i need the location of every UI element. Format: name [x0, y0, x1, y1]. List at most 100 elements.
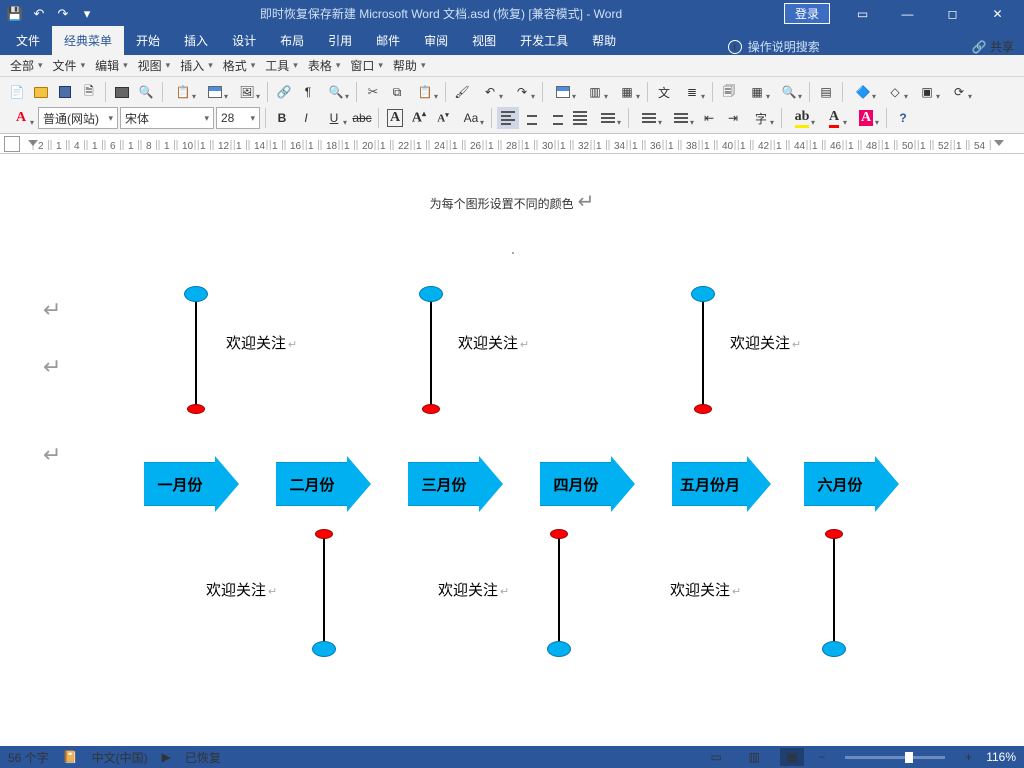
image-icon[interactable]: 🖼 — [232, 81, 262, 103]
underline-button[interactable]: U — [319, 107, 349, 129]
paste-icon[interactable]: 📋 — [168, 81, 198, 103]
table-icon[interactable] — [200, 81, 230, 103]
increase-indent-icon[interactable]: ⇥ — [722, 107, 744, 129]
bold-button[interactable]: B — [271, 107, 293, 129]
zoom-icon[interactable]: 🔍 — [321, 81, 351, 103]
align-center-icon[interactable] — [521, 107, 543, 129]
arrow-shape[interactable]: 一月份 — [130, 462, 239, 506]
para-mark-icon[interactable]: ¶ — [297, 81, 319, 103]
shape-fill-icon[interactable]: 🔷 — [848, 81, 878, 103]
highlight-icon[interactable]: ab — [787, 107, 817, 129]
minimize-button[interactable]: — — [885, 0, 930, 27]
share-button[interactable]: 🔗 共享 — [972, 38, 1014, 55]
open-icon[interactable] — [30, 81, 52, 103]
pin-shape[interactable] — [702, 294, 704, 409]
arrow-shape[interactable]: 四月份 — [526, 462, 635, 506]
arrow-shape[interactable]: 六月份 — [790, 462, 899, 506]
undo-icon[interactable]: ↶ — [28, 3, 50, 25]
help-icon[interactable]: ? — [892, 107, 914, 129]
menu-format[interactable]: 格式 — [219, 57, 260, 74]
menu-file[interactable]: 文件 — [49, 57, 90, 74]
shrink-font-icon[interactable]: A▾ — [432, 107, 454, 129]
maximize-button[interactable]: ◻ — [930, 0, 975, 27]
strike-button[interactable]: abc — [351, 107, 373, 129]
save-icon[interactable] — [54, 81, 76, 103]
right-indent-marker[interactable] — [994, 140, 1004, 146]
find-icon[interactable]: 🔍 — [774, 81, 804, 103]
close-button[interactable]: ✕ — [975, 0, 1020, 27]
fontsize-combo[interactable]: 28▾ — [216, 107, 260, 129]
tab-selector-icon[interactable] — [4, 136, 20, 152]
align-right-icon[interactable] — [545, 107, 567, 129]
sort-icon[interactable]: 🗐 — [718, 81, 740, 103]
save-icon[interactable]: 💾 — [4, 3, 26, 25]
save-all-icon[interactable]: 🗎 — [78, 81, 100, 103]
arrow-shape[interactable]: 三月份 — [394, 462, 503, 506]
macro-icon[interactable]: ▶ — [162, 750, 171, 764]
hyperlink-icon[interactable]: 🔗 — [273, 81, 295, 103]
zoom-slider[interactable] — [845, 756, 945, 759]
shading-icon[interactable]: ▦ — [742, 81, 772, 103]
font-combo[interactable]: 宋体▾ — [120, 107, 214, 129]
redo-icon[interactable]: ↷ — [52, 3, 74, 25]
tab-mail[interactable]: 邮件 — [364, 26, 412, 55]
menu-all[interactable]: 全部 — [6, 57, 47, 74]
tab-view[interactable]: 视图 — [460, 26, 508, 55]
spellcheck-icon[interactable]: 📔 — [63, 750, 78, 764]
word-count[interactable]: 56 个字 — [8, 749, 49, 766]
zoom-out-button[interactable]: − — [818, 750, 825, 764]
tab-references[interactable]: 引用 — [316, 26, 364, 55]
rotate-icon[interactable]: ⟳ — [944, 81, 974, 103]
char-border-icon[interactable]: A — [384, 107, 406, 129]
copy-icon[interactable]: ⧉ — [386, 81, 408, 103]
format-painter-icon[interactable]: 🖌 — [451, 81, 473, 103]
pin-shape[interactable] — [833, 534, 835, 649]
ribbon-options-icon[interactable]: ▭ — [840, 0, 885, 27]
redo2-icon[interactable]: ↷ — [507, 81, 537, 103]
shape-outline-icon[interactable]: ◇ — [880, 81, 910, 103]
change-case-icon[interactable]: Aa — [456, 107, 486, 129]
tab-design[interactable]: 设计 — [220, 26, 268, 55]
styles-icon[interactable]: A — [6, 107, 36, 129]
login-button[interactable]: 登录 — [784, 3, 830, 24]
char-shading-icon[interactable]: A — [851, 107, 881, 129]
tab-help[interactable]: 帮助 — [580, 26, 628, 55]
tab-developer[interactable]: 开发工具 — [508, 26, 580, 55]
bullets-icon[interactable] — [634, 107, 664, 129]
document-area[interactable]: 为每个图形设置不同的颜色↵ · ↵ ↵ ↵ 欢迎关注欢迎关注欢迎关注欢迎关注欢迎… — [0, 154, 1024, 746]
tab-file[interactable]: 文件 — [4, 26, 52, 55]
font-color-icon[interactable]: A — [819, 107, 849, 129]
tab-review[interactable]: 审阅 — [412, 26, 460, 55]
numbering-icon[interactable] — [666, 107, 696, 129]
distribute-icon[interactable] — [593, 107, 623, 129]
menu-tools[interactable]: 工具 — [261, 57, 302, 74]
print-preview-icon[interactable]: 🔍 — [135, 81, 157, 103]
pin-shape[interactable] — [323, 534, 325, 649]
cut-icon[interactable]: ✂ — [362, 81, 384, 103]
menu-view[interactable]: 视图 — [134, 57, 175, 74]
menu-insert[interactable]: 插入 — [176, 57, 217, 74]
language-status[interactable]: 中文(中国) — [92, 749, 148, 766]
style-combo[interactable]: 普通(网站)▾ — [38, 107, 118, 129]
menu-help[interactable]: 帮助 — [389, 57, 430, 74]
web-layout-icon[interactable]: ▦ — [780, 748, 804, 766]
toc-icon[interactable]: ▤ — [815, 81, 837, 103]
print-icon[interactable] — [111, 81, 133, 103]
pin-shape[interactable] — [558, 534, 560, 649]
tab-layout[interactable]: 布局 — [268, 26, 316, 55]
undo2-icon[interactable]: ↶ — [475, 81, 505, 103]
horizontal-ruler[interactable]: ｜2｜｜1｜｜4｜｜1｜｜6｜｜1｜｜8｜｜1｜｜10｜｜1｜｜12｜｜1｜｜1… — [0, 134, 1024, 154]
menu-window[interactable]: 窗口 — [346, 57, 387, 74]
tab-home[interactable]: 开始 — [124, 26, 172, 55]
grow-font-icon[interactable]: A▴ — [408, 107, 430, 129]
arrange-icon[interactable]: ▣ — [912, 81, 942, 103]
arrow-shape[interactable]: 五月份月 — [658, 462, 771, 506]
qat-customize-icon[interactable]: ▾ — [76, 3, 98, 25]
menu-edit[interactable]: 编辑 — [91, 57, 132, 74]
asian-layout-icon[interactable]: 字 — [746, 107, 776, 129]
decrease-indent-icon[interactable]: ⇤ — [698, 107, 720, 129]
read-mode-icon[interactable]: ▭ — [704, 748, 728, 766]
print-layout-icon[interactable]: ▥ — [742, 748, 766, 766]
menu-table[interactable]: 表格 — [304, 57, 345, 74]
zoom-in-button[interactable]: + — [965, 750, 972, 764]
